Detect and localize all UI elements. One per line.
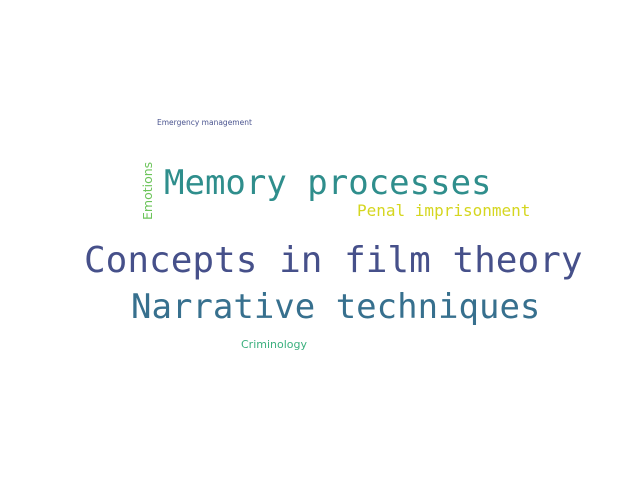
word-emotions: Emotions bbox=[140, 161, 155, 220]
word-narrative-techniques: Narrative techniques bbox=[131, 287, 541, 327]
word-criminology: Criminology bbox=[241, 338, 308, 351]
word-memory-processes: Memory processes bbox=[164, 163, 492, 203]
word-concepts-in-film-theory: Concepts in film theory bbox=[84, 240, 583, 281]
word-penal-imprisonment: Penal imprisonment bbox=[357, 201, 531, 220]
word-cloud: Concepts in film theory Memory processes… bbox=[0, 0, 640, 480]
word-emergency-management: Emergency management bbox=[157, 118, 252, 127]
